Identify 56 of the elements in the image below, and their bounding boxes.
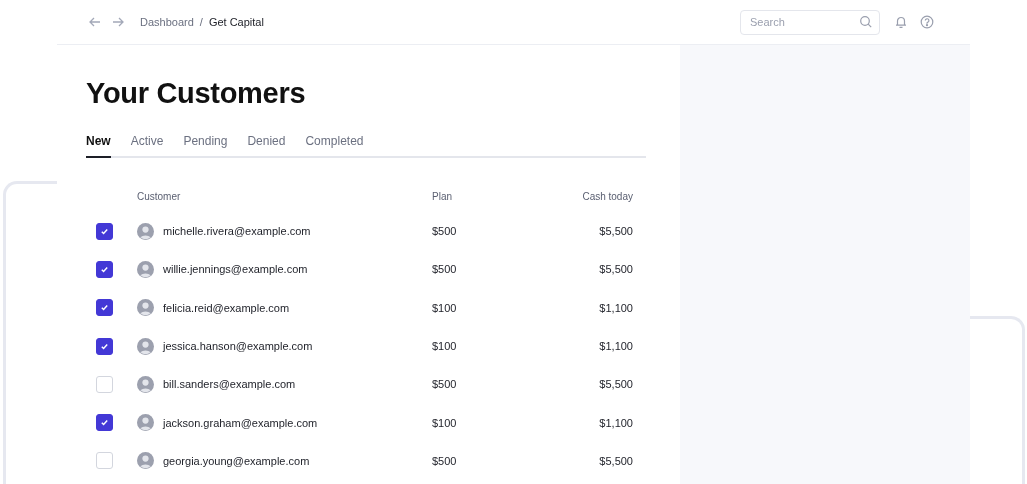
avatar-icon [137, 414, 154, 432]
breadcrumb-separator: / [199, 16, 203, 28]
avatar-icon [137, 375, 154, 393]
checkbox[interactable] [96, 414, 113, 432]
avatar-icon [137, 222, 154, 240]
cash-cell-text: $5,500 [598, 263, 634, 276]
tab[interactable]: Pending [183, 134, 228, 158]
plan-cell-text: $500 [432, 263, 458, 276]
cash-cell-text: $1,100 [598, 340, 634, 353]
checkbox[interactable] [96, 299, 113, 317]
forward-arrow-icon[interactable] [111, 15, 125, 29]
customer-email: jessica.hanson@example.com [163, 340, 313, 353]
column-header: Customer [137, 190, 182, 202]
customer-email: jackson.graham@example.com [163, 416, 318, 429]
checkbox[interactable] [96, 260, 113, 278]
check-icon [100, 341, 109, 351]
avatar-icon [137, 260, 154, 278]
column-header: Plan [432, 190, 453, 202]
search-field[interactable]: Search [740, 9, 880, 35]
back-arrow-icon[interactable] [88, 15, 102, 29]
check-icon [100, 303, 109, 313]
check-icon [100, 418, 109, 428]
plan-cell-text: $100 [432, 340, 458, 353]
avatar-icon [137, 337, 154, 355]
plan-cell-text: $500 [432, 225, 458, 238]
cash-cell-text: $1,100 [598, 416, 634, 429]
tab[interactable]: Denied [247, 134, 286, 158]
cash-cell-text: $5,500 [598, 225, 634, 238]
tab[interactable]: Active [130, 134, 164, 158]
tab[interactable]: Completed [305, 134, 364, 158]
search-icon [859, 15, 873, 29]
customer-email: michelle.rivera@example.com [163, 225, 311, 238]
checkbox[interactable] [96, 337, 113, 355]
customer-email: georgia.young@example.com [163, 454, 310, 467]
page-title: Your Customers [86, 76, 307, 111]
column-header: Cash today [581, 190, 634, 202]
tab[interactable]: New [86, 134, 111, 158]
help-icon[interactable] [920, 15, 934, 29]
plan-cell-text: $500 [432, 454, 458, 467]
breadcrumb-link[interactable]: Get Capital [208, 16, 264, 28]
breadcrumb-link[interactable]: Dashboard [140, 16, 194, 28]
checkbox[interactable] [96, 222, 113, 240]
customer-email: bill.sanders@example.com [163, 378, 296, 391]
customer-email: willie.jennings@example.com [163, 263, 308, 276]
check-icon [100, 226, 109, 236]
notification-bell-icon[interactable] [894, 15, 908, 29]
plan-cell-text: $500 [432, 378, 458, 391]
check-icon [100, 264, 109, 274]
customer-email: felicia.reid@example.com [163, 301, 290, 314]
cash-cell-text: $5,500 [598, 378, 634, 391]
plan-cell-text: $100 [432, 416, 458, 429]
cash-cell-text: $5,500 [598, 454, 634, 467]
avatar-icon [137, 299, 154, 317]
avatar-icon [137, 452, 154, 470]
plan-cell-text: $100 [432, 301, 458, 314]
cash-cell-text: $1,100 [598, 301, 634, 314]
